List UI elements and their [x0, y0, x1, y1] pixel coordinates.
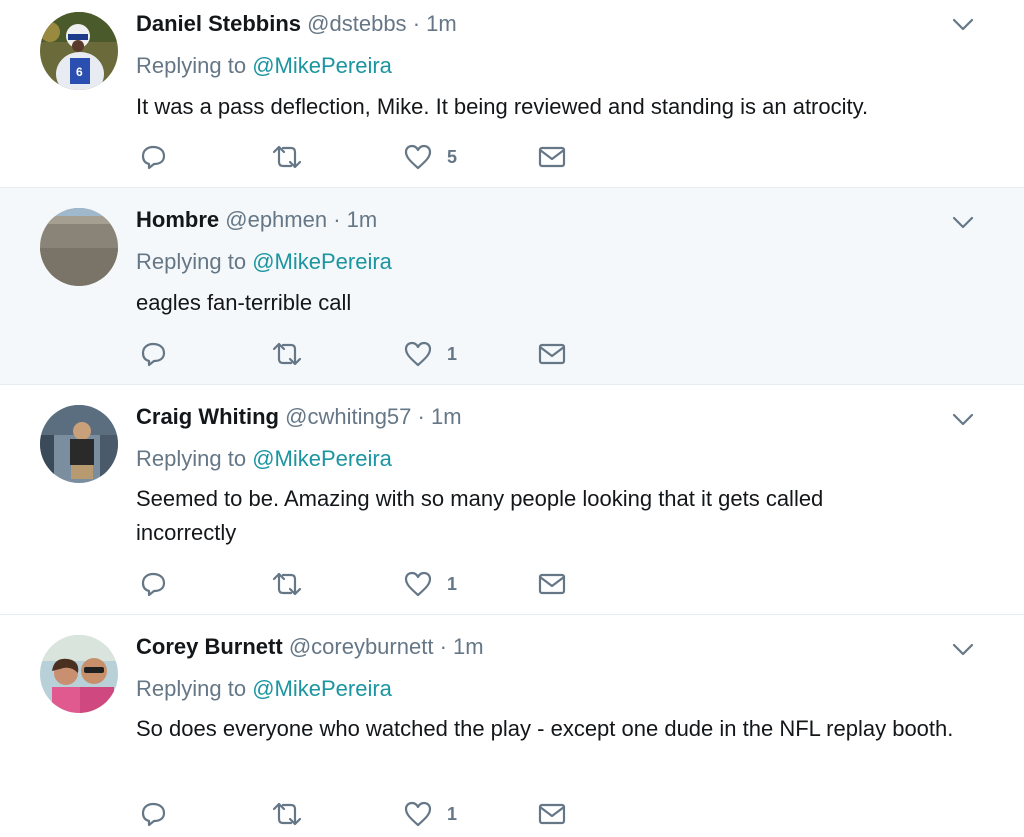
like-button[interactable]: 1	[403, 798, 457, 830]
mention-link[interactable]: @MikePereira	[252, 446, 392, 471]
tweet-header: Hombre @ephmen · 1m	[136, 206, 377, 234]
tweet-text: It was a pass deflection, Mike. It being…	[136, 94, 869, 119]
like-count: 1	[447, 343, 458, 364]
like-button[interactable]: 5	[403, 141, 457, 173]
replying-to-label: Replying to	[136, 53, 247, 78]
reply-feed: 6 Daniel Stebbins @dstebbs · 1m Replying…	[0, 0, 1024, 837]
display-name[interactable]: Daniel Stebbins	[136, 11, 301, 36]
tweet[interactable]: Corey Burnett @coreyburnett · 1m Replyin…	[0, 615, 1024, 837]
username[interactable]: @ephmen	[225, 207, 327, 232]
replying-to-line: Replying to @MikePereira	[136, 445, 392, 473]
chevron-down-icon[interactable]	[950, 212, 976, 232]
tweet-header: Corey Burnett @coreyburnett · 1m	[136, 633, 484, 661]
replying-to-label: Replying to	[136, 446, 247, 471]
username[interactable]: @cwhiting57	[285, 404, 411, 429]
svg-text:6: 6	[76, 65, 83, 79]
replying-to-label: Replying to	[136, 249, 247, 274]
retweet-icon	[272, 145, 302, 169]
tweet-text: eagles fan-terrible call	[136, 290, 352, 315]
action-bar: 1	[138, 798, 578, 830]
username[interactable]: @dstebbs	[307, 11, 406, 36]
tweet-header: Daniel Stebbins @dstebbs · 1m	[136, 10, 457, 38]
timestamp[interactable]: · 1m	[440, 634, 484, 659]
retweet-button[interactable]	[270, 798, 304, 830]
tweet[interactable]: 6 Daniel Stebbins @dstebbs · 1m Replying…	[0, 0, 1024, 188]
replying-to-line: Replying to @MikePereira	[136, 248, 392, 276]
mention-link[interactable]: @MikePereira	[252, 249, 392, 274]
chevron-down-icon[interactable]	[950, 639, 976, 659]
reply-icon	[141, 572, 166, 597]
action-bar: 1	[138, 568, 578, 600]
like-count: 5	[447, 146, 458, 167]
like-count: 1	[447, 803, 458, 824]
tweet-header: Craig Whiting @cwhiting57 · 1m	[136, 403, 462, 431]
action-bar: 1	[138, 338, 578, 370]
timestamp[interactable]: · 1m	[333, 207, 377, 232]
reply-button[interactable]	[138, 141, 168, 173]
reply-button[interactable]	[138, 338, 168, 370]
mention-link[interactable]: @MikePereira	[252, 676, 392, 701]
message-button[interactable]	[538, 338, 566, 370]
envelope-icon	[538, 573, 566, 595]
timestamp[interactable]: · 1m	[413, 11, 457, 36]
retweet-icon	[272, 802, 302, 826]
reply-button[interactable]	[138, 568, 168, 600]
timestamp[interactable]: · 1m	[418, 404, 462, 429]
action-bar: 5	[138, 141, 578, 173]
reply-icon	[141, 802, 166, 827]
like-button[interactable]: 1	[403, 568, 457, 600]
avatar[interactable]	[40, 208, 118, 286]
avatar[interactable]: 6	[40, 12, 118, 90]
chevron-down-icon[interactable]	[950, 14, 976, 34]
message-button[interactable]	[538, 568, 566, 600]
reply-button[interactable]	[138, 798, 168, 830]
replying-to-line: Replying to @MikePereira	[136, 52, 392, 80]
envelope-icon	[538, 343, 566, 365]
retweet-icon	[272, 572, 302, 596]
retweet-button[interactable]	[270, 141, 304, 173]
avatar[interactable]	[40, 405, 118, 483]
envelope-icon	[538, 803, 566, 825]
like-count: 1	[447, 573, 458, 594]
replying-to-line: Replying to @MikePereira	[136, 675, 392, 703]
heart-icon	[404, 571, 432, 597]
display-name[interactable]: Hombre	[136, 207, 219, 232]
heart-icon	[404, 144, 432, 170]
display-name[interactable]: Craig Whiting	[136, 404, 279, 429]
retweet-button[interactable]	[270, 568, 304, 600]
avatar[interactable]	[40, 635, 118, 713]
replying-to-label: Replying to	[136, 676, 247, 701]
like-button[interactable]: 1	[403, 338, 457, 370]
tweet[interactable]: Hombre @ephmen · 1m Replying to @MikePer…	[0, 188, 1024, 385]
tweet-text: So does everyone who watched the play - …	[136, 716, 954, 741]
heart-icon	[404, 341, 432, 367]
message-button[interactable]	[538, 141, 566, 173]
tweet-text: Seemed to be. Amazing with so many peopl…	[136, 486, 824, 545]
message-button[interactable]	[538, 798, 566, 830]
retweet-icon	[272, 342, 302, 366]
heart-icon	[404, 801, 432, 827]
display-name[interactable]: Corey Burnett	[136, 634, 283, 659]
mention-link[interactable]: @MikePereira	[252, 53, 392, 78]
chevron-down-icon[interactable]	[950, 409, 976, 429]
username[interactable]: @coreyburnett	[289, 634, 434, 659]
reply-icon	[141, 342, 166, 367]
reply-icon	[141, 145, 166, 170]
retweet-button[interactable]	[270, 338, 304, 370]
tweet[interactable]: Craig Whiting @cwhiting57 · 1m Replying …	[0, 385, 1024, 615]
envelope-icon	[538, 146, 566, 168]
